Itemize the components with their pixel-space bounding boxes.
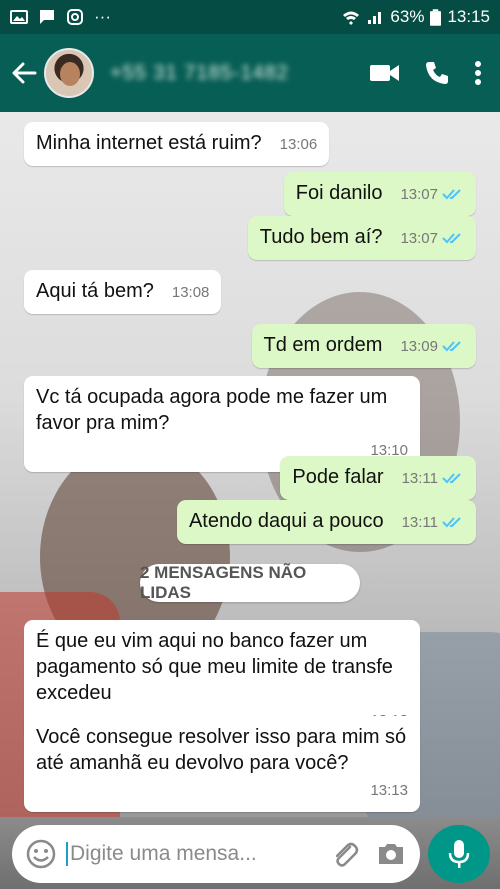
message-time: 13:07: [400, 230, 438, 247]
emoji-icon[interactable]: [26, 839, 56, 869]
back-arrow-icon: [12, 62, 37, 84]
unread-messages-badge: 2 MENSAGENS NÃO LIDAS: [140, 563, 360, 602]
image-icon: [10, 10, 28, 24]
contact-name[interactable]: +55 31 7185-1482: [110, 62, 289, 85]
mic-button[interactable]: [428, 825, 490, 883]
read-ticks-icon: [442, 341, 461, 352]
status-bar: ··· 63% 13:15: [0, 0, 500, 34]
message-time: 13:08: [171, 284, 210, 301]
more-notifications: ···: [94, 7, 111, 26]
message-incoming[interactable]: Aqui tá bem? 13:08: [24, 270, 222, 314]
read-ticks-icon: [442, 233, 461, 244]
message-outgoing[interactable]: Tudo bem aí? 13:07: [247, 216, 476, 260]
message-time: 13:11: [401, 514, 438, 531]
message-text: Vc tá ocupada agora pode me fazer um fav…: [36, 386, 388, 434]
back-button[interactable]: [4, 34, 44, 112]
message-text: Pode falar: [292, 466, 384, 488]
more-vert-icon[interactable]: [474, 60, 482, 86]
phone-icon[interactable]: [424, 60, 450, 86]
read-ticks-icon: [442, 517, 461, 528]
message-text: Atendo daqui a pouco: [188, 510, 384, 532]
message-text: Você consegue resolver isso para mim só …: [36, 726, 407, 774]
signal-icon: [368, 12, 382, 24]
message-time: 13:13: [370, 782, 408, 799]
message-text: Td em ordem: [263, 334, 383, 356]
message-icon: [40, 10, 54, 24]
input-bar: Digite uma mensa...: [0, 817, 500, 889]
instagram-icon: [67, 9, 83, 25]
message-time: 13:09: [400, 338, 438, 355]
message-input[interactable]: Digite uma mensa...: [66, 842, 330, 866]
battery-percent: 63%: [390, 7, 425, 26]
message-outgoing[interactable]: Td em ordem 13:09: [251, 324, 476, 368]
read-ticks-icon: [442, 473, 461, 484]
message-text: Minha internet está ruim?: [36, 132, 262, 154]
message-incoming[interactable]: Você consegue resolver isso para mim só …: [24, 716, 420, 812]
chat-header: +55 31 7185-1482: [0, 34, 500, 112]
message-outgoing[interactable]: Foi danilo 13:07: [283, 172, 476, 216]
message-text: Tudo bem aí?: [259, 226, 383, 248]
message-time: 13:06: [279, 136, 318, 153]
message-text: É que eu vim aqui no banco fazer um paga…: [36, 630, 393, 704]
message-outgoing[interactable]: Pode falar 13:11: [280, 456, 476, 500]
camera-icon[interactable]: [376, 841, 406, 867]
message-outgoing[interactable]: Atendo daqui a pouco 13:11: [176, 500, 476, 544]
wifi-icon: [343, 11, 360, 25]
avatar[interactable]: [44, 48, 94, 98]
mic-icon: [448, 840, 470, 868]
message-time: 13:11: [401, 470, 438, 487]
battery-icon: [430, 8, 442, 26]
chat-area[interactable]: Minha internet está ruim? 13:06 Foi danil…: [0, 112, 500, 817]
message-input-box[interactable]: Digite uma mensa...: [12, 825, 420, 883]
message-text: Foi danilo: [295, 182, 383, 204]
message-incoming[interactable]: Minha internet está ruim? 13:06: [24, 122, 330, 166]
read-ticks-icon: [442, 189, 461, 200]
attach-icon[interactable]: [330, 839, 360, 869]
video-call-icon[interactable]: [370, 63, 400, 83]
clock: 13:15: [447, 7, 490, 26]
message-time: 13:07: [400, 186, 438, 203]
message-text: Aqui tá bem?: [36, 280, 154, 302]
